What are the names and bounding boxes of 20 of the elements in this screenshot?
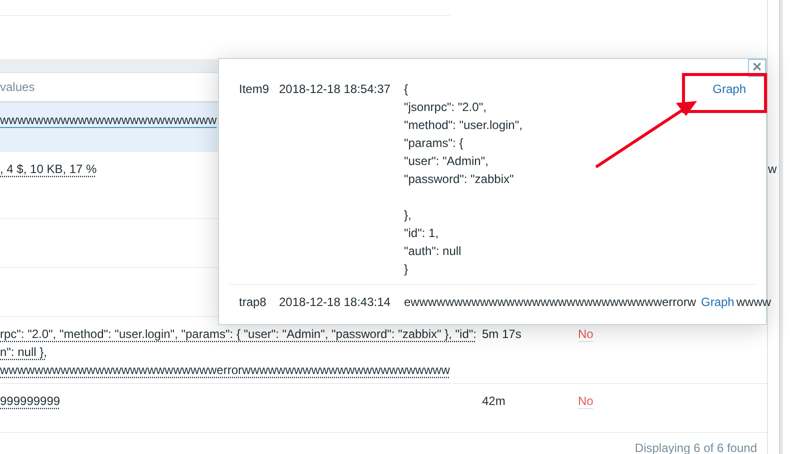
column-header[interactable]: values [0, 80, 35, 94]
value-text[interactable]: 999999999 [0, 392, 60, 410]
item-value: ewwwwwwwwwwwwwwwwwwwwwwwwwwwwwerrorw [404, 294, 696, 311]
item-value: wwww [736, 294, 772, 311]
value-text[interactable]: rpc": "2.0", "method": "user.login", "params": { "user": "Admin", "password": "zabbix" }, "id": n": null }, wwwwwwwwwwwwwwwwwwwwwwwwwerrorwwwwwwwwwwwwwwwwwwwwwwww [0, 325, 476, 379]
graph-link[interactable]: Graph [708, 80, 746, 98]
item-name: Item9 [239, 81, 270, 98]
value-text[interactable]: wwwwwwwwwwwwwwwwwwwwwwwww [0, 111, 217, 129]
graph-link[interactable]: Graph [696, 293, 734, 311]
duration-text: 5m 17s [482, 327, 522, 341]
timestamp: 2018-12-18 18:43:14 [279, 294, 392, 311]
status-link[interactable]: No [578, 327, 594, 342]
status-link[interactable]: No [578, 394, 594, 409]
cell-text: w [768, 161, 777, 178]
item-name: trap8 [239, 294, 268, 311]
item-value: { "jsonrpc": "2.0", "method": "user.login", "params": { "user": "Admin", "password": "zabbix" }, "id": 1, "auth": null } [404, 81, 522, 278]
value-text[interactable]: , 4 $, 10 KB, 17 % [0, 160, 97, 178]
duration-text: 42m [482, 394, 506, 408]
timestamp: 2018-12-18 18:54:37 [279, 81, 392, 98]
scrollbar[interactable] [779, 0, 783, 454]
